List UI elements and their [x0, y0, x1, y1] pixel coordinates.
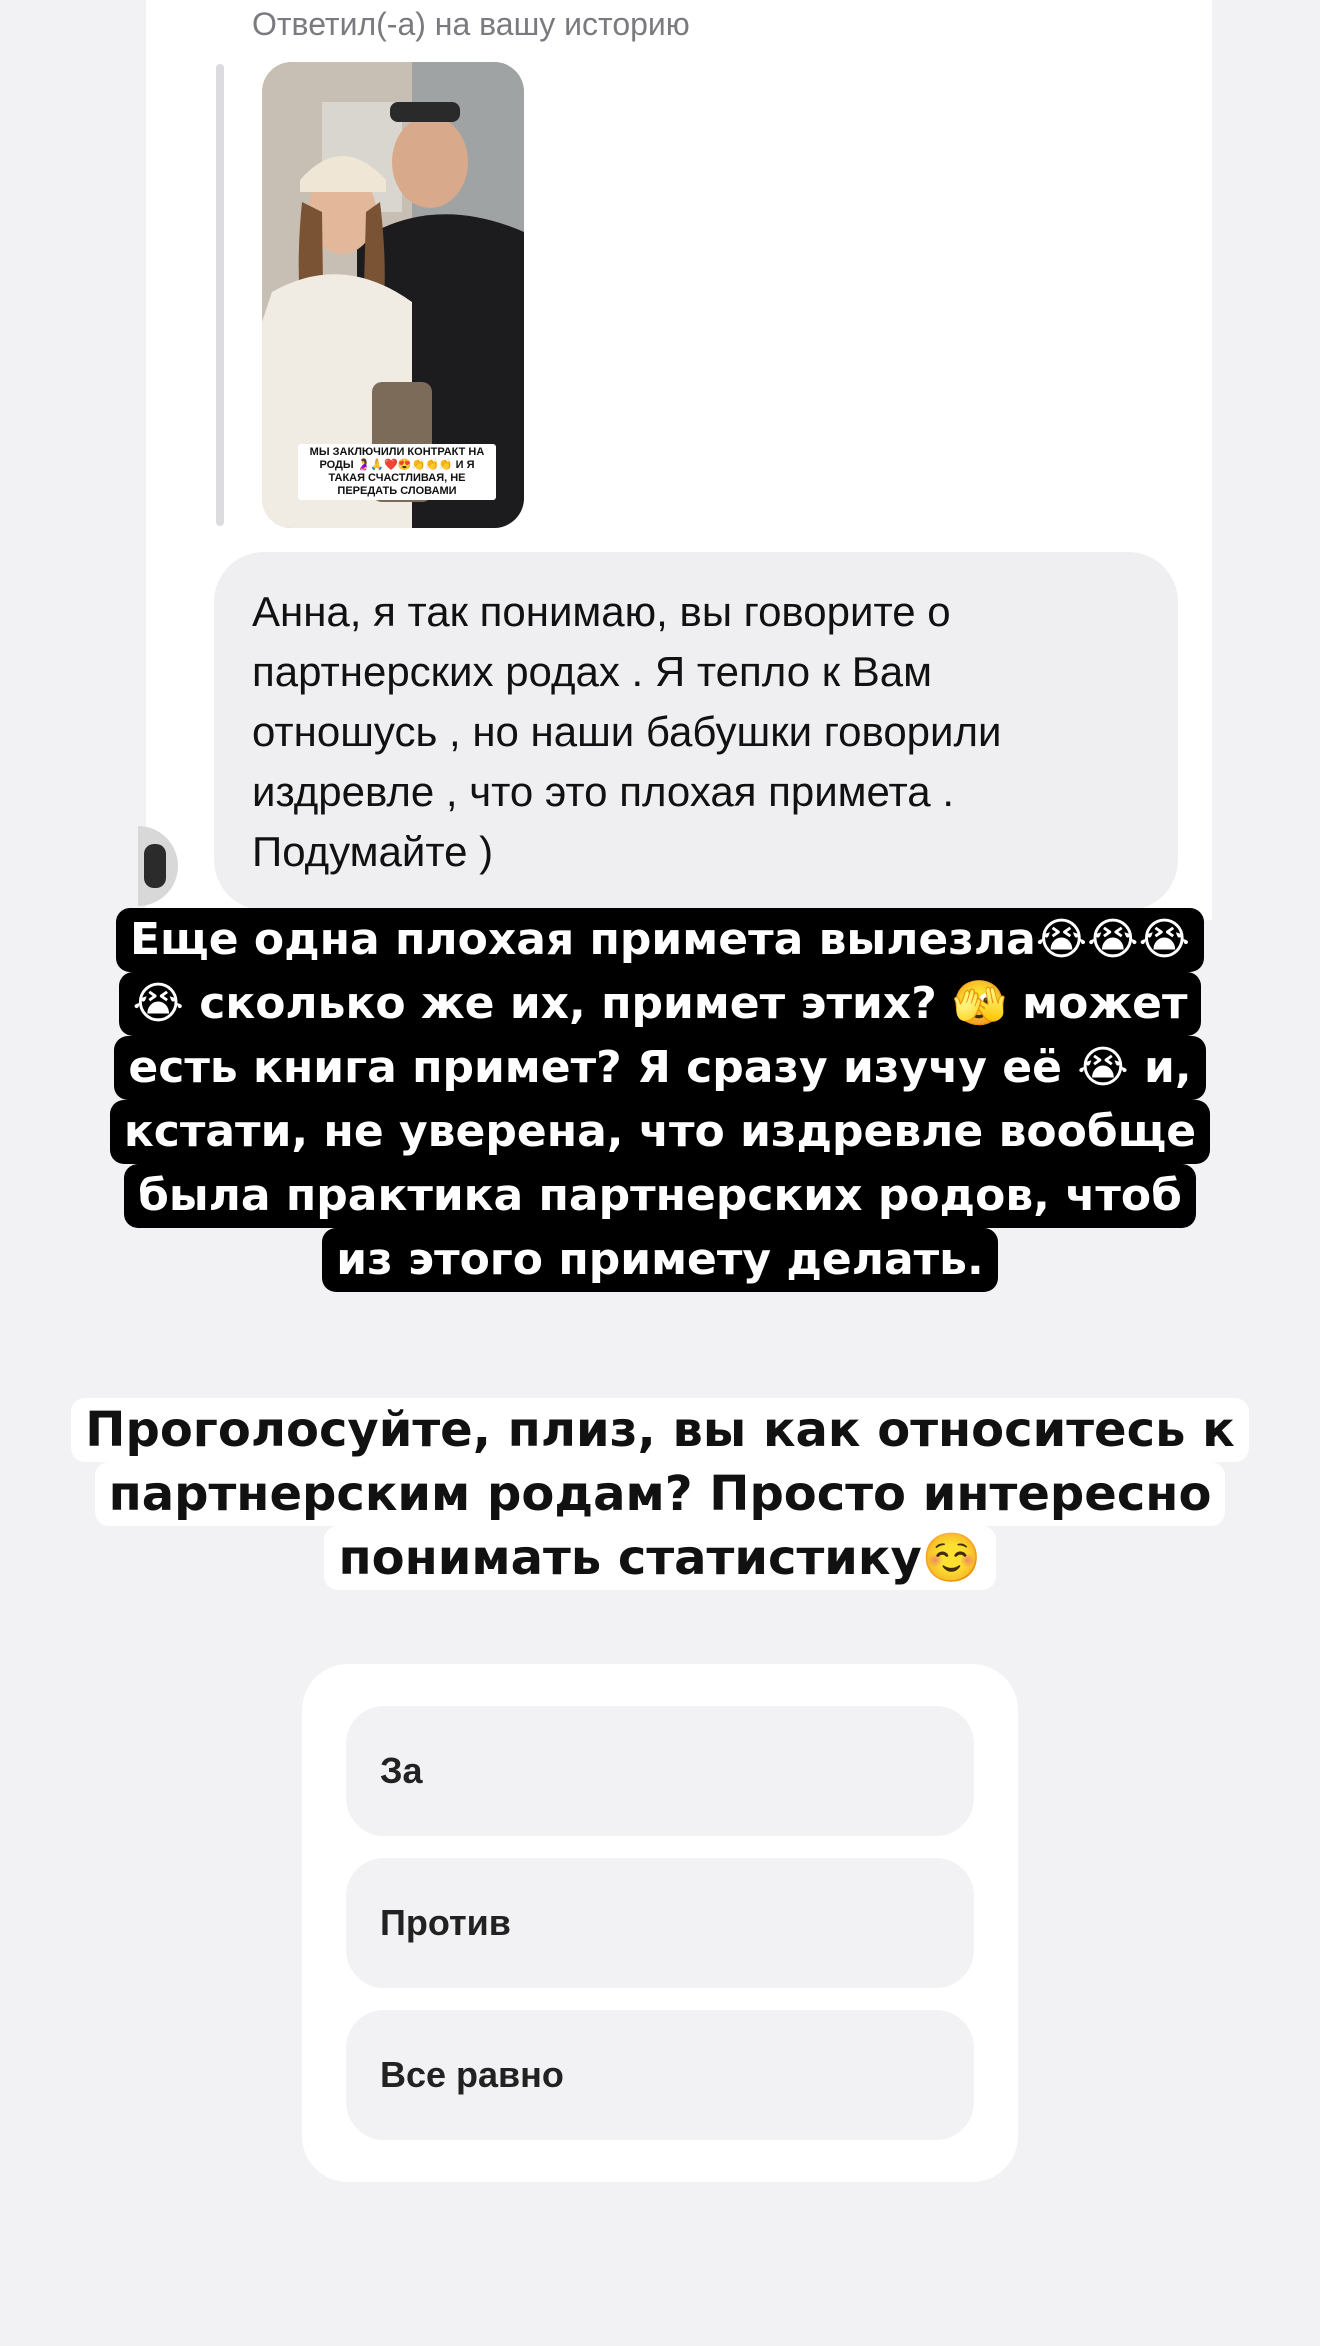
message-line: издревле , что это плохая примета .: [252, 768, 954, 815]
poll-option-label: Все равно: [380, 2054, 564, 2095]
poll-option-label: За: [380, 1750, 423, 1791]
story-caption: МЫ ЗАКЛЮЧИЛИ КОНТРАКТ НА РОДЫ 🤰🙏❤️😍👏👏👏 И…: [298, 444, 496, 500]
message-line: Анна, я так понимаю, вы говорите о: [252, 588, 951, 635]
poll-option-vse-ravno[interactable]: Все равно: [346, 2010, 974, 2140]
message-line: отношусь , но наши бабушки говорили: [252, 708, 1002, 755]
story-text-line: из этого примету делать.: [322, 1228, 998, 1292]
message-line: Подумайте ): [252, 828, 494, 875]
replied-to-story-label: Ответил(-а) на вашу историю: [252, 6, 690, 42]
story-thumbnail[interactable]: МЫ ЗАКЛЮЧИЛИ КОНТРАКТ НА РОДЫ 🤰🙏❤️😍👏👏👏 И…: [262, 62, 524, 528]
story-text-black: Еще одна плохая примета вылезла😭😭😭 😭 ско…: [60, 908, 1260, 1292]
poll-option-za[interactable]: За: [346, 1706, 974, 1836]
poll-question-line: Проголосуйте, плиз, вы как относитесь к: [71, 1398, 1249, 1462]
story-text-line: была практика партнерских родов, чтоб: [124, 1164, 1196, 1228]
poll-question: Проголосуйте, плиз, вы как относитесь к …: [56, 1398, 1264, 1590]
poll-question-line: партнерским родам? Просто интересно: [94, 1462, 1226, 1526]
reply-quote-line: [216, 64, 224, 526]
message-bubble: Анна, я так понимаю, вы говорите о партн…: [214, 552, 1178, 910]
story-text-line: 😭 сколько же их, примет этих? 🫣 может: [118, 972, 1202, 1036]
message-line: партнерских родах . Я тепло к Вам: [252, 648, 933, 695]
poll-option-label: Против: [380, 1902, 511, 1943]
story-text-line: кстати, не уверена, что издревле вообще: [109, 1100, 1211, 1164]
poll-question-line: понимать статистику☺️: [324, 1526, 996, 1590]
story-text-line: Еще одна плохая примета вылезла😭😭😭: [116, 908, 1204, 972]
story-text-line: есть книга примет? Я сразу изучу её 😭 и,: [114, 1036, 1206, 1100]
poll-option-protiv[interactable]: Против: [346, 1858, 974, 1988]
poll-sticker: За Против Все равно: [302, 1664, 1018, 2182]
